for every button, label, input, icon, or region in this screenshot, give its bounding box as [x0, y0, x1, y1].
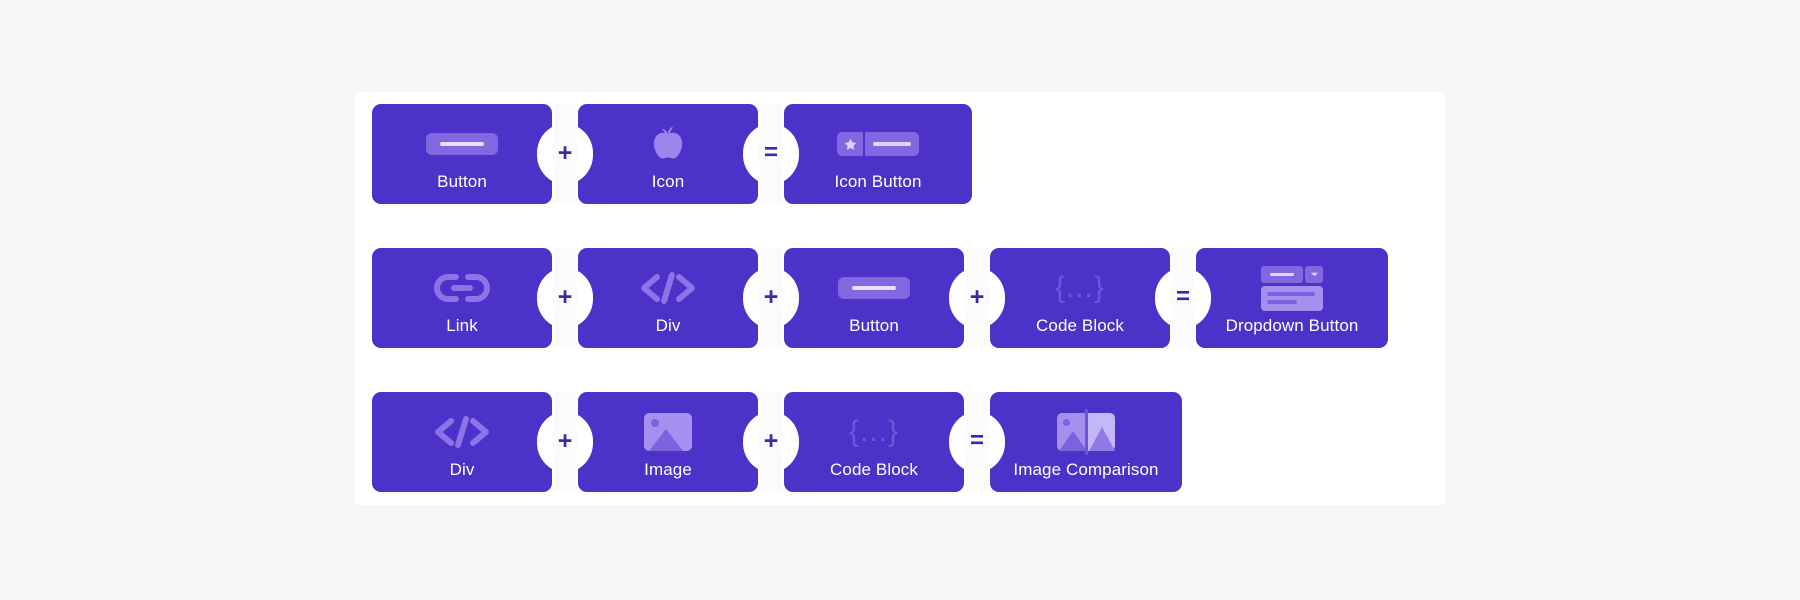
operator-equals: = [964, 392, 990, 492]
equals-icon: = [1175, 283, 1190, 310]
operator-disc: + [964, 275, 990, 321]
operator-plus: + [552, 248, 578, 348]
card-label: Link [446, 316, 478, 335]
row-icon-button: Button + Icon = Icon Button [372, 104, 972, 204]
link-chain-icon [434, 266, 490, 310]
card-code-block[interactable]: {...} Code Block [769, 392, 979, 492]
card-button[interactable]: Button [372, 104, 567, 204]
card-label: Code Block [1036, 316, 1124, 335]
card-div[interactable]: Div [563, 248, 773, 348]
card-dropdown-button[interactable]: Dropdown Button [1181, 248, 1388, 348]
equals-icon: = [969, 427, 984, 454]
card-code-block[interactable]: {...} Code Block [975, 248, 1185, 348]
operator-plus: + [964, 248, 990, 348]
card-div[interactable]: Div [372, 392, 567, 492]
operator-disc: = [758, 131, 784, 177]
operator-disc: + [552, 275, 578, 321]
card-label: Dropdown Button [1225, 316, 1359, 335]
card-label: Code Block [830, 460, 918, 479]
card-label: Div [449, 460, 475, 479]
plus-icon: + [969, 282, 985, 311]
card-image[interactable]: Image [563, 392, 773, 492]
apple-icon [651, 122, 685, 166]
card-label: Button [849, 316, 899, 335]
card-button[interactable]: Button [769, 248, 979, 348]
operator-disc: + [758, 275, 784, 321]
button-bar-icon [838, 266, 910, 310]
operator-plus: + [758, 392, 784, 492]
icon-button-icon [837, 122, 919, 166]
equals-icon: = [763, 139, 778, 166]
image-photo-icon [644, 410, 692, 454]
card-icon-button[interactable]: Icon Button [769, 104, 972, 204]
card-label: Div [655, 316, 681, 335]
plus-icon: + [557, 426, 573, 455]
card-label: Image [644, 460, 692, 479]
operator-disc: = [964, 419, 990, 465]
button-bar-icon [426, 122, 498, 166]
plus-icon: + [763, 426, 779, 455]
card-icon[interactable]: Icon [563, 104, 773, 204]
operator-equals: = [758, 104, 784, 204]
operator-disc: = [1170, 275, 1196, 321]
card-link[interactable]: Link [372, 248, 567, 348]
operator-equals: = [1170, 248, 1196, 348]
plus-icon: + [557, 282, 573, 311]
operator-disc: + [552, 131, 578, 177]
curly-braces-icon: {...} [848, 415, 900, 448]
operator-plus: + [552, 104, 578, 204]
card-label: Image Comparison [1013, 460, 1159, 479]
row-image-comparison: Div + Image + {...} Code Block = Image C… [372, 392, 1182, 492]
plus-icon: + [763, 282, 779, 311]
card-label: Icon Button [834, 172, 922, 191]
operator-disc: + [552, 419, 578, 465]
row-dropdown-button: Link + Div + Button + {...} Code Block =… [372, 248, 1388, 348]
operator-plus: + [552, 392, 578, 492]
card-label: Icon [651, 172, 685, 191]
formula-diagram: Button + Icon = Icon Button Link + Div +… [0, 0, 1800, 600]
dropdown-button-icon [1261, 265, 1323, 311]
image-comparison-icon [1057, 409, 1115, 455]
card-image-comparison[interactable]: Image Comparison [975, 392, 1182, 492]
plus-icon: + [557, 138, 573, 167]
code-tags-icon [431, 410, 493, 454]
operator-plus: + [758, 248, 784, 348]
operator-disc: + [758, 419, 784, 465]
curly-braces-icon: {...} [1054, 271, 1106, 304]
card-label: Button [437, 172, 487, 191]
code-tags-icon [637, 266, 699, 310]
